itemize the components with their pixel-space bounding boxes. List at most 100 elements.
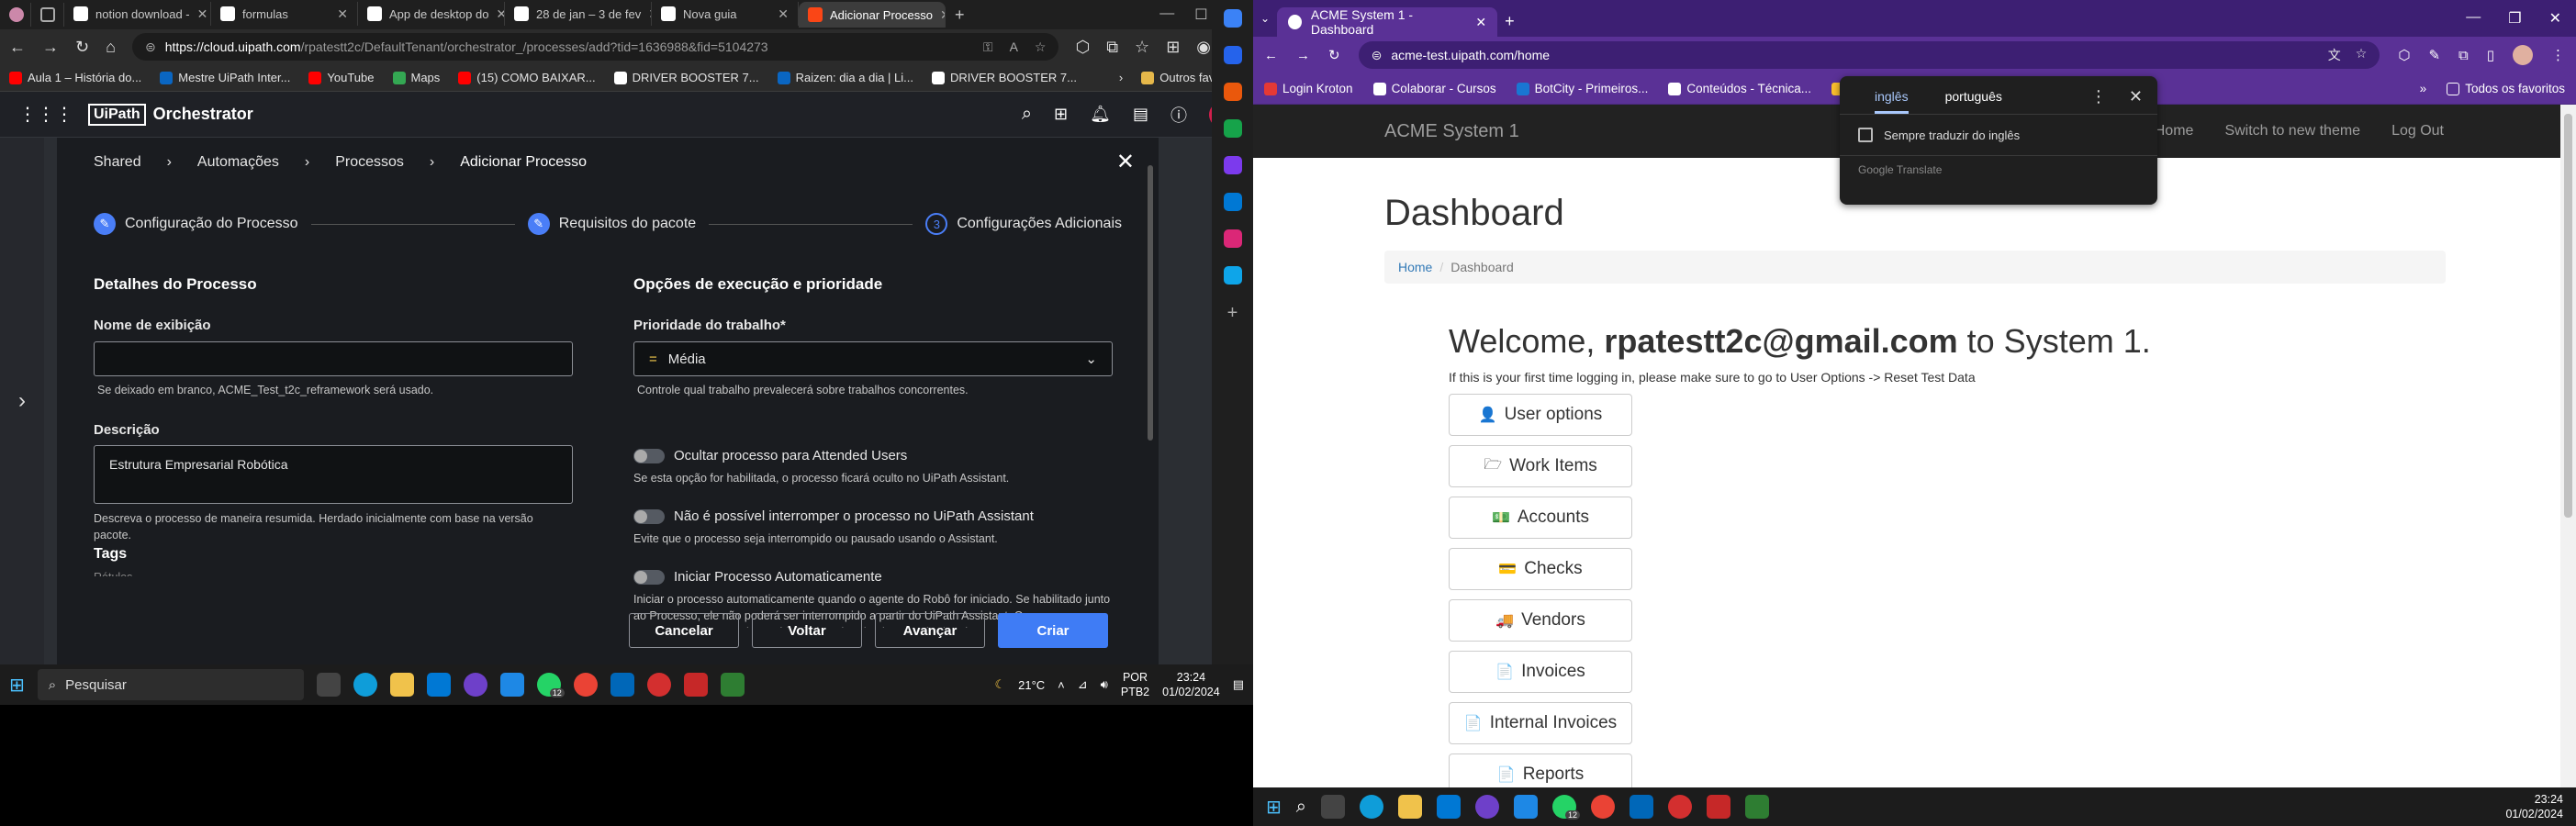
bookmark-item[interactable]: Aula 1 – História do... xyxy=(9,71,141,84)
browser-tab[interactable]: formulas ✕ xyxy=(211,2,358,26)
terminal-icon[interactable] xyxy=(720,673,745,697)
close-tab-icon[interactable]: ✕ xyxy=(1475,15,1486,30)
browser-tab[interactable] xyxy=(31,3,64,27)
breadcrumb-item[interactable]: Processos xyxy=(335,154,404,171)
bookmark-item[interactable]: DRIVER BOOSTER 7... xyxy=(613,71,759,84)
menu-button[interactable]: 📄 Internal Invoices xyxy=(1449,702,1632,744)
reader-icon[interactable]: A xyxy=(1010,39,1018,55)
star-icon[interactable]: ☆ xyxy=(2356,46,2368,64)
terminal-icon[interactable] xyxy=(1744,795,1769,819)
key-icon[interactable]: ⚿ xyxy=(983,39,993,55)
forward-icon[interactable]: → xyxy=(42,38,59,57)
edge-icon[interactable] xyxy=(353,673,377,697)
site-info-icon[interactable]: ⊜ xyxy=(145,39,156,55)
studio-icon[interactable] xyxy=(610,673,634,697)
display-name-input[interactable] xyxy=(94,341,573,376)
menu-button[interactable]: 🗁 Work Items xyxy=(1449,445,1632,487)
extension-icon[interactable]: ✎ xyxy=(2428,47,2440,63)
drop-icon[interactable] xyxy=(1223,266,1242,285)
bell-icon[interactable]: 🔔︎ xyxy=(1090,105,1111,124)
whatsapp-icon[interactable]: 12 xyxy=(536,673,565,698)
file-explorer-icon[interactable] xyxy=(389,673,414,697)
translate-icon[interactable]: 文 xyxy=(2328,46,2341,64)
toggle-switch[interactable] xyxy=(633,448,665,463)
wizard-step[interactable]: 3 Configurações Adicionais xyxy=(925,213,1122,235)
add-icon[interactable]: + xyxy=(1227,303,1238,324)
menu-button[interactable]: 🚚 Vendors xyxy=(1449,599,1632,642)
url-field[interactable]: ⊜ acme-test.uipath.com/home 文 ☆ xyxy=(1358,41,2380,69)
split-view-icon[interactable]: ⧉ xyxy=(1106,38,1118,57)
outlook-icon[interactable] xyxy=(1223,193,1242,211)
close-tab-icon[interactable]: ✕ xyxy=(778,6,789,22)
back-icon[interactable]: ← xyxy=(1264,48,1278,63)
breadcrumb-item[interactable]: Automações xyxy=(197,154,279,171)
edge-icon[interactable] xyxy=(1359,795,1383,819)
games-icon[interactable] xyxy=(1223,119,1242,138)
notification-icon[interactable]: ▤ xyxy=(1233,677,1244,692)
create-button[interactable]: Criar xyxy=(998,613,1108,648)
file-explorer-icon[interactable] xyxy=(1397,795,1422,819)
nav-link[interactable]: Home xyxy=(2155,123,2194,140)
bookmark-item[interactable]: Raizen: dia a dia | Li... xyxy=(777,71,913,84)
chevron-up-icon[interactable]: ˄ xyxy=(1058,678,1065,692)
new-tab-button[interactable]: + xyxy=(946,3,979,27)
app-icon[interactable] xyxy=(646,673,671,697)
close-tab-icon[interactable]: ✕ xyxy=(337,6,348,22)
back-icon[interactable]: ← xyxy=(9,38,26,57)
browser-tab[interactable]: 28 de jan – 3 de fev✕ xyxy=(505,2,652,26)
always-translate-option[interactable]: Sempre traduzir do inglês xyxy=(1840,114,2157,155)
back-button[interactable]: Voltar xyxy=(752,613,862,648)
minimize-button[interactable]: — xyxy=(2466,9,2481,28)
nav-link[interactable]: Switch to new theme xyxy=(2224,123,2360,140)
mail-icon[interactable] xyxy=(1436,795,1461,819)
browser-tab[interactable]: notion download - ✕ xyxy=(64,2,211,26)
bookmark-item[interactable]: DRIVER BOOSTER 7... xyxy=(932,71,1077,84)
toggle-switch[interactable] xyxy=(633,508,665,524)
tab-target-language[interactable]: português xyxy=(1945,89,2002,114)
tab-search-icon[interactable]: ⌄ xyxy=(1260,12,1270,25)
chrome-icon[interactable] xyxy=(1590,795,1615,819)
chevron-right-icon[interactable]: › xyxy=(18,388,26,414)
volume-icon[interactable]: 🔊︎ xyxy=(1101,677,1108,692)
recorder-icon[interactable] xyxy=(1706,795,1730,819)
side-panel-icon[interactable]: ▯ xyxy=(2487,47,2494,63)
reload-icon[interactable]: ↻ xyxy=(1328,47,1340,63)
wizard-step[interactable]: ✎ Configuração do Processo xyxy=(94,213,298,235)
maximize-button[interactable]: ☐ xyxy=(1194,6,1207,24)
cancel-button[interactable]: Cancelar xyxy=(629,613,739,648)
collections-icon[interactable]: ⊞ xyxy=(1166,38,1180,57)
add-icon[interactable]: ⊞ xyxy=(1054,105,1068,124)
toggle-row[interactable]: Não é possível interromper o processo no… xyxy=(633,508,1034,524)
breadcrumb-home[interactable]: Home xyxy=(1398,260,1432,274)
chevron-right-icon[interactable]: » xyxy=(2420,82,2427,95)
close-icon[interactable]: ✕ xyxy=(1116,149,1135,175)
bookmark-item[interactable]: Conteúdos - Técnica... xyxy=(1668,82,1811,95)
apps-grid-icon[interactable]: ⋮⋮⋮ xyxy=(18,103,73,126)
app-icon[interactable] xyxy=(1667,795,1692,819)
browser-tab[interactable]: Adicionar Processo✕ xyxy=(799,2,946,28)
menu-button[interactable]: 💵 Accounts xyxy=(1449,497,1632,539)
weather-temp[interactable]: 21°C xyxy=(1018,678,1045,692)
scrollbar[interactable] xyxy=(1148,165,1153,441)
uipath-logo[interactable]: UiPath Orchestrator xyxy=(88,103,253,126)
task-view-icon[interactable] xyxy=(316,673,341,697)
scrollbar-thumb[interactable] xyxy=(2564,114,2572,518)
toggle-switch[interactable] xyxy=(633,569,665,585)
expand-rail[interactable]: › xyxy=(0,138,44,664)
search-icon[interactable]: ⌕ xyxy=(1296,797,1306,818)
acme-brand[interactable]: ACME System 1 xyxy=(1384,121,1519,142)
bookmark-item[interactable]: BotCity - Primeiros... xyxy=(1516,82,1648,95)
toggle-row[interactable]: Ocultar processo para Attended Users xyxy=(633,448,907,463)
taskbar-search[interactable]: ⌕ Pesquisar xyxy=(37,669,304,700)
priority-select[interactable]: = Média ⌄ xyxy=(633,341,1113,376)
new-tab-button[interactable]: + xyxy=(1505,12,1515,31)
extensions-icon[interactable]: ⧉ xyxy=(2458,48,2469,63)
studio-icon[interactable] xyxy=(1629,795,1653,819)
mail-icon[interactable] xyxy=(426,673,451,697)
vscode-icon[interactable] xyxy=(1513,795,1538,819)
vscode-icon[interactable] xyxy=(499,673,524,697)
browser-tab[interactable] xyxy=(4,3,31,27)
menu-button[interactable]: 📄 Invoices xyxy=(1449,651,1632,693)
bookmark-item[interactable]: YouTube xyxy=(308,71,375,84)
extensions-icon[interactable]: ⬡ xyxy=(1075,38,1090,57)
